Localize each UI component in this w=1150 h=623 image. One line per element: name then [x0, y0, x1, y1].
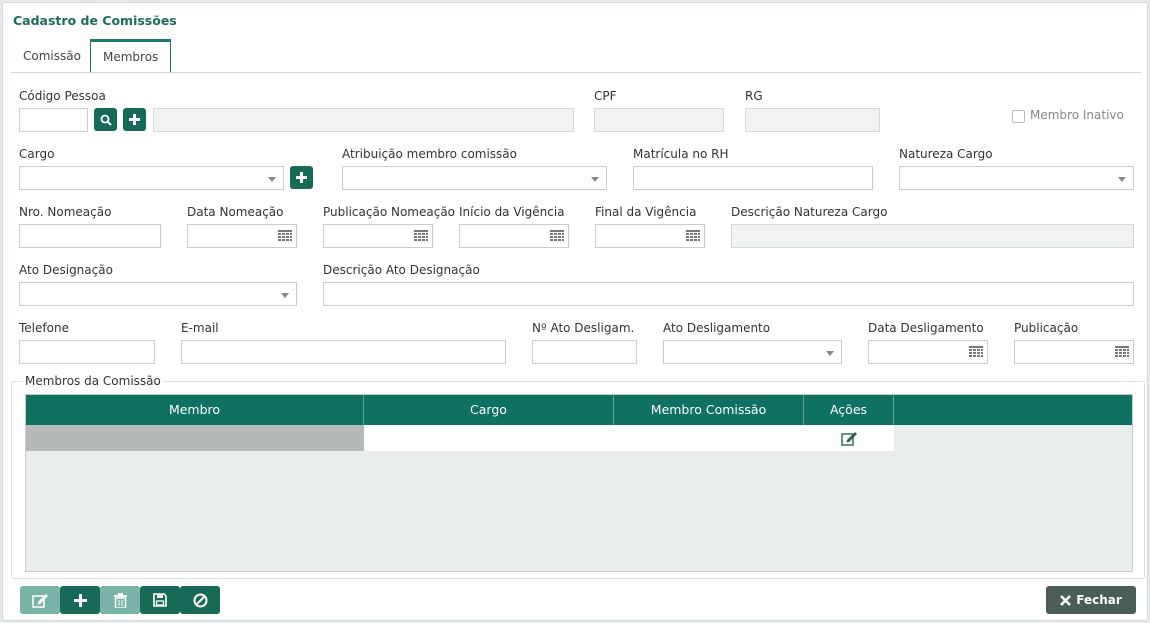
calendar-icon[interactable] [277, 228, 293, 244]
publicacao-nomeacao-label: Publicação Nomeação [323, 205, 456, 219]
column-header-membro-comissao[interactable]: Membro Comissão [614, 395, 804, 425]
rg-label: RG [745, 89, 763, 103]
window-title: Cadastro de Comissões [13, 13, 177, 28]
add-person-button[interactable] [123, 108, 146, 131]
column-header-acoes: Ações [804, 395, 894, 425]
cell-membro-comissao [614, 425, 804, 451]
chevron-down-icon [826, 351, 834, 356]
members-grid: Membro Cargo Membro Comissão Ações [25, 394, 1133, 572]
final-vigencia-label: Final da Vigência [595, 205, 697, 219]
calendar-icon[interactable] [968, 344, 984, 360]
column-header-cargo[interactable]: Cargo [364, 395, 614, 425]
tab-comissao[interactable]: Comissão [11, 39, 93, 73]
pessoa-name-field [153, 108, 574, 132]
members-legend: Membros da Comissão [23, 374, 163, 388]
edit-icon[interactable] [840, 431, 858, 446]
inicio-vigencia-label: Início da Vigência [459, 205, 565, 219]
descricao-ato-label: Descrição Ato Designação [323, 263, 480, 277]
matricula-label: Matrícula no RH [633, 147, 729, 161]
calendar-icon[interactable] [1114, 344, 1130, 360]
atribuicao-label: Atribuição membro comissão [342, 147, 518, 161]
calendar-icon[interactable] [685, 228, 701, 244]
data-desligamento-label: Data Desligamento [868, 321, 984, 335]
nro-nomeacao-label: Nro. Nomeação [19, 205, 112, 219]
plus-icon [73, 593, 87, 607]
cell-cargo [364, 425, 614, 451]
add-cargo-button[interactable] [290, 166, 313, 189]
cell-membro [26, 425, 364, 451]
cargo-select[interactable] [19, 166, 284, 190]
save-icon [153, 593, 167, 607]
cancel-icon [193, 593, 207, 607]
cpf-field [594, 108, 724, 132]
tab-comissao-label: Comissão [23, 49, 81, 63]
plus-icon [296, 172, 307, 183]
search-person-button[interactable] [94, 108, 117, 131]
membro-inativo-checkbox[interactable] [1012, 110, 1025, 123]
calendar-icon[interactable] [549, 228, 565, 244]
save-button[interactable] [140, 586, 180, 614]
column-header-membro[interactable]: Membro [26, 395, 364, 425]
delete-button[interactable] [100, 586, 140, 614]
email-input[interactable] [181, 340, 506, 364]
descricao-natureza-label: Descrição Natureza Cargo [731, 205, 888, 219]
chevron-down-icon [281, 293, 289, 298]
ato-desligamento-select[interactable] [663, 340, 842, 364]
natureza-cargo-select[interactable] [899, 166, 1134, 190]
data-nomeacao-label: Data Nomeação [187, 205, 284, 219]
grid-header: Membro Cargo Membro Comissão Ações [26, 395, 1132, 425]
calendar-icon[interactable] [413, 228, 429, 244]
ato-designacao-label: Ato Designação [19, 263, 113, 277]
publicacao-input[interactable] [1014, 340, 1134, 364]
cancel-button[interactable] [180, 586, 220, 614]
plus-icon [129, 114, 140, 125]
cell-acoes [804, 425, 894, 451]
data-nomeacao-input[interactable] [187, 224, 297, 248]
nro-ato-deslig-input[interactable] [532, 340, 637, 364]
edit-button[interactable] [20, 586, 60, 614]
descricao-ato-input[interactable] [323, 282, 1134, 306]
trash-icon [113, 592, 127, 608]
search-icon [100, 114, 112, 126]
publicacao-nomeacao-input[interactable] [323, 224, 433, 248]
chevron-down-icon [268, 177, 276, 182]
tab-membros-label: Membros [103, 50, 159, 64]
membro-inativo-label: Membro Inativo [1030, 108, 1124, 122]
tab-membros[interactable]: Membros [90, 39, 172, 73]
tab-divider [11, 72, 1141, 73]
publicacao-label: Publicação [1014, 321, 1079, 335]
telefone-label: Telefone [19, 321, 69, 335]
nro-ato-deslig-label: Nº Ato Desligam. [532, 321, 635, 335]
chevron-down-icon [1118, 177, 1126, 182]
telefone-input[interactable] [19, 340, 155, 364]
cpf-label: CPF [594, 89, 617, 103]
final-vigencia-input[interactable] [595, 224, 705, 248]
close-button[interactable]: Fechar [1046, 586, 1136, 614]
nro-nomeacao-input[interactable] [19, 224, 161, 248]
matricula-input[interactable] [633, 166, 873, 190]
codigo-pessoa-input[interactable] [19, 108, 88, 132]
email-label: E-mail [181, 321, 219, 335]
table-row[interactable] [26, 425, 894, 451]
codigo-pessoa-label: Código Pessoa [19, 89, 106, 103]
data-desligamento-input[interactable] [868, 340, 988, 364]
close-icon [1060, 594, 1072, 606]
atribuicao-select[interactable] [342, 166, 607, 190]
natureza-cargo-label: Natureza Cargo [899, 147, 993, 161]
rg-field [745, 108, 880, 132]
inicio-vigencia-input[interactable] [459, 224, 569, 248]
ato-designacao-select[interactable] [19, 282, 297, 306]
edit-icon [31, 593, 48, 608]
descricao-natureza-field [731, 224, 1134, 248]
window: Cadastro de Comissões Comissão Membros C… [2, 2, 1148, 621]
ato-desligamento-label: Ato Desligamento [663, 321, 771, 335]
add-button[interactable] [60, 586, 100, 614]
chevron-down-icon [591, 177, 599, 182]
cargo-label: Cargo [19, 147, 55, 161]
close-button-label: Fechar [1076, 593, 1122, 607]
